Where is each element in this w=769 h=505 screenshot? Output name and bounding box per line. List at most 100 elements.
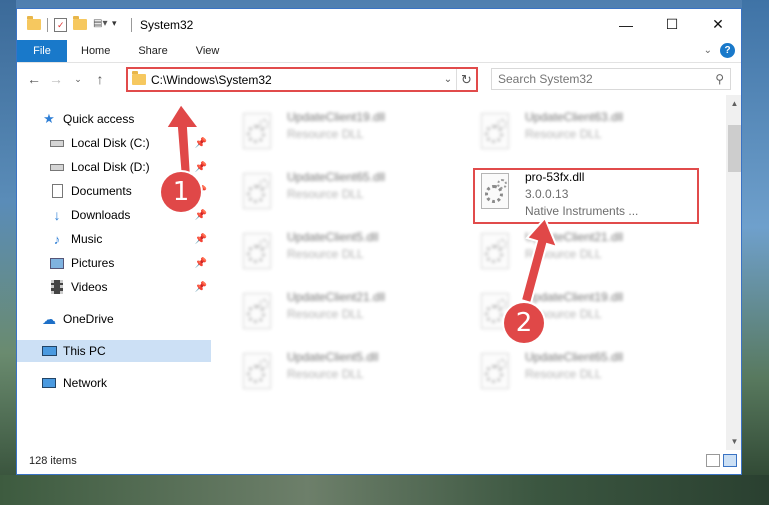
network-icon <box>41 375 57 391</box>
file-description: Resource DLL <box>287 367 364 381</box>
file-description: Resource DLL <box>525 127 602 141</box>
address-folder-icon <box>132 71 146 85</box>
search-box[interactable]: ⚲ <box>491 68 731 90</box>
sidebar-item-videos[interactable]: Videos 📌 <box>17 276 211 298</box>
pin-icon[interactable]: 📌 <box>195 282 207 293</box>
desktop-background-right <box>742 0 769 505</box>
toolbar-separator <box>47 17 48 32</box>
recent-locations-chevron-icon[interactable]: ⌄ <box>67 74 89 85</box>
maximize-button[interactable]: ☐ <box>649 9 695 40</box>
dll-file-icon <box>477 351 517 395</box>
status-bar: 128 items <box>17 448 741 474</box>
dll-file-icon <box>239 111 279 155</box>
file-name: UpdateClient21.dll <box>525 230 624 244</box>
search-input[interactable] <box>498 72 716 86</box>
refresh-icon[interactable]: ↻ <box>456 69 476 90</box>
pin-icon[interactable]: 📌 <box>195 162 207 173</box>
sidebar-item-pictures[interactable]: Pictures 📌 <box>17 252 211 274</box>
navigation-pane: ★ Quick access Local Disk (C:) 📌 Local D… <box>17 95 211 450</box>
pin-icon[interactable]: 📌 <box>195 138 207 149</box>
details-view-icon[interactable] <box>706 454 720 467</box>
sidebar-item-local-disk-c[interactable]: Local Disk (C:) 📌 <box>17 132 211 154</box>
address-dropdown-chevron-icon[interactable]: ⌄ <box>440 74 456 85</box>
tab-file[interactable]: File <box>17 40 67 62</box>
close-button[interactable]: ✕ <box>695 9 741 40</box>
sidebar-item-label: This PC <box>63 344 106 358</box>
customize-toolbar-icon[interactable]: ▤▾ <box>93 18 107 32</box>
drive-icon <box>49 135 65 151</box>
file-description: Resource DLL <box>287 187 364 201</box>
ribbon-tabs: File Home Share View ⌄ ? <box>17 40 741 63</box>
dll-file-icon <box>239 231 279 275</box>
pin-icon[interactable]: 📌 <box>195 210 207 221</box>
address-bar[interactable]: C:\Windows\System32 ⌄ ↻ <box>126 67 478 92</box>
drive-icon <box>49 159 65 175</box>
star-icon: ★ <box>43 111 55 126</box>
file-name: UpdateClient5.dll <box>287 350 379 364</box>
file-item[interactable]: UpdateClient65.dll Resource DLL <box>239 169 454 221</box>
file-description: Resource DLL <box>525 247 602 261</box>
search-icon[interactable]: ⚲ <box>715 72 724 86</box>
file-description: Resource DLL <box>287 307 364 321</box>
file-item[interactable]: UpdateClient19.dll Resource DLL <box>239 109 454 161</box>
videos-icon <box>49 279 65 295</box>
sidebar-item-this-pc[interactable]: This PC <box>17 340 211 362</box>
pin-icon[interactable]: 📌 <box>195 234 207 245</box>
file-name: UpdateClient19.dll <box>525 290 624 304</box>
sidebar-item-label: Pictures <box>71 256 115 270</box>
quick-access-toolbar: ✓ ▤▾ ▾ <box>17 16 132 32</box>
sidebar-item-network[interactable]: Network <box>17 372 211 394</box>
step-marker-1: 1 <box>161 172 201 212</box>
file-description: Resource DLL <box>525 367 602 381</box>
file-name: UpdateClient21.dll <box>287 290 386 304</box>
dll-file-icon <box>239 291 279 335</box>
properties-icon[interactable]: ✓ <box>54 17 67 32</box>
step-marker-2: 2 <box>504 303 544 343</box>
sidebar-item-quick-access[interactable]: ★ Quick access <box>17 108 211 130</box>
ribbon-right-controls: ⌄ ? <box>704 43 735 58</box>
dll-file-icon <box>477 111 517 155</box>
tab-share[interactable]: Share <box>124 40 181 62</box>
explorer-body: ★ Quick access Local Disk (C:) 📌 Local D… <box>17 95 741 450</box>
file-item[interactable]: UpdateClient21.dll Resource DLL <box>477 229 692 281</box>
vertical-scrollbar[interactable]: ▲ ▼ <box>726 95 741 450</box>
pc-icon <box>41 343 57 359</box>
sidebar-item-label: Network <box>63 376 108 390</box>
window-controls: — ☐ ✕ <box>603 9 741 40</box>
large-icons-view-icon[interactable] <box>723 454 737 467</box>
up-arrow-icon[interactable]: ↑ <box>89 71 111 87</box>
sidebar-item-label: OneDrive <box>63 312 114 326</box>
file-item[interactable]: UpdateClient63.dll Resource DLL <box>477 109 692 161</box>
file-item[interactable]: UpdateClient5.dll Resource DLL <box>239 229 454 281</box>
tab-home[interactable]: Home <box>67 40 124 62</box>
dll-file-icon <box>239 351 279 395</box>
explorer-window: ✓ ▤▾ ▾ System32 — ☐ ✕ File Home Share Vi… <box>16 8 742 475</box>
file-item[interactable]: UpdateClient21.dll Resource DLL <box>239 289 454 341</box>
sidebar-item-onedrive[interactable]: ☁ OneDrive <box>17 308 211 330</box>
pin-icon[interactable]: 📌 <box>195 258 207 269</box>
sidebar-item-music[interactable]: ♪ Music 📌 <box>17 228 211 250</box>
dll-file-icon <box>477 231 517 275</box>
address-path[interactable]: C:\Windows\System32 <box>151 73 440 87</box>
tab-view[interactable]: View <box>182 40 234 62</box>
file-description: Resource DLL <box>287 247 364 261</box>
file-item[interactable]: UpdateClient5.dll Resource DLL <box>239 349 454 401</box>
view-toggle <box>706 454 737 467</box>
new-folder-icon[interactable] <box>73 16 87 30</box>
scroll-up-icon[interactable]: ▲ <box>726 95 741 112</box>
scroll-thumb[interactable] <box>728 125 741 172</box>
toolbar-dropdown-icon[interactable]: ▾ <box>112 18 125 32</box>
navigation-bar: ← → ⌄ ↑ C:\Windows\System32 ⌄ ↻ ⚲ <box>17 63 741 95</box>
music-icon: ♪ <box>53 231 61 247</box>
minimize-button[interactable]: — <box>603 9 649 40</box>
documents-icon <box>49 183 65 199</box>
file-item[interactable]: UpdateClient65.dll Resource DLL <box>477 349 692 401</box>
file-name: UpdateClient65.dll <box>287 170 386 184</box>
help-icon[interactable]: ? <box>720 43 735 58</box>
window-title: System32 <box>140 17 194 32</box>
desktop-background-bottom <box>0 475 769 505</box>
back-arrow-icon[interactable]: ← <box>23 71 45 87</box>
expand-ribbon-icon[interactable]: ⌄ <box>704 45 712 56</box>
sidebar-item-label: Quick access <box>63 112 135 126</box>
forward-arrow-icon[interactable]: → <box>45 71 67 87</box>
